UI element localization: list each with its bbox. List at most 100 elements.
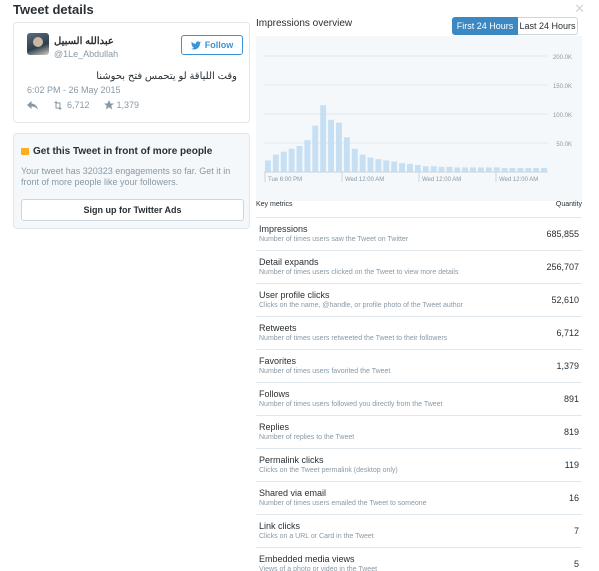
follow-label: Follow: [204, 40, 234, 50]
chart-bar[interactable]: [343, 137, 350, 172]
tab-first-24-hours[interactable]: First 24 Hours: [452, 17, 518, 35]
chart-bar[interactable]: [265, 160, 271, 172]
metric-description: Number of times users followed you direc…: [259, 401, 443, 408]
chart-bar[interactable]: [485, 167, 492, 172]
star-icon: [103, 100, 114, 110]
impressions-chart-svg: 200.0K 150.0K 100.0K 50.0K Tue 6:00 PM Wed 12…: [264, 55, 572, 183]
chart-bar[interactable]: [446, 166, 453, 172]
metric-row: Retweets Number of times users retweeted …: [256, 317, 582, 350]
promo-panel: Get this Tweet in front of more people Y…: [13, 133, 250, 229]
chart-bar[interactable]: [336, 122, 342, 172]
metric-description: Number of replies to the Tweet: [259, 434, 355, 441]
chart-bar[interactable]: [288, 148, 295, 172]
display-name[interactable]: عبدالله السبيل: [54, 36, 114, 47]
chart-bar[interactable]: [367, 157, 374, 173]
chart-bar[interactable]: [383, 160, 390, 172]
metric-description: Views of a photo or video in the Tweet: [259, 566, 378, 571]
metric-row: Link clicks Clicks on a URL or Card in th…: [256, 515, 582, 548]
metric-name: Follows: [259, 389, 290, 399]
chart-bar[interactable]: [509, 167, 516, 172]
metric-row: Favorites Number of times users favorited…: [256, 350, 582, 383]
metric-row: Detail expands Number of times users clic…: [256, 251, 582, 284]
tweet-card: عبدالله السبيل @1Le_Abdullah Follow وقت …: [13, 22, 250, 123]
metric-name: User profile clicks: [259, 290, 330, 300]
chart-bar[interactable]: [375, 159, 382, 172]
retweet-action[interactable]: 6,712: [52, 100, 90, 110]
chart-bar[interactable]: [407, 163, 413, 172]
reply-action[interactable]: [27, 100, 38, 110]
metric-row: Embedded media views Views of a photo or …: [256, 548, 582, 571]
chart-bar[interactable]: [478, 167, 484, 172]
metric-description: Number of times users emailed the Tweet …: [259, 500, 427, 507]
metric-name: Replies: [259, 422, 290, 432]
chart-bar[interactable]: [541, 167, 547, 172]
chart-bar[interactable]: [320, 105, 327, 172]
promo-body: Your tweet has 320323 engagements so far…: [21, 166, 231, 187]
modal-title: Tweet details: [13, 2, 94, 17]
metric-name: Permalink clicks: [259, 455, 324, 465]
overview-title: Impressions overview: [256, 18, 353, 29]
metric-value: 16: [568, 493, 579, 503]
y-tick-label: 100.0K: [553, 113, 572, 119]
metric-name: Favorites: [259, 356, 297, 366]
chart-bar[interactable]: [312, 125, 319, 172]
chart-bar[interactable]: [359, 154, 366, 172]
time-range-tabs: First 24 Hours Last 24 Hours: [452, 17, 578, 35]
chart-bar[interactable]: [438, 166, 445, 172]
metrics-header: Key metrics Quantity: [256, 200, 582, 218]
chart-bar[interactable]: [296, 145, 303, 172]
metric-row: Follows Number of times users followed yo…: [256, 383, 582, 416]
chart-bar[interactable]: [493, 167, 500, 172]
chart-bar[interactable]: [414, 165, 421, 172]
chart-bar[interactable]: [391, 161, 398, 172]
metric-value: 6,712: [556, 328, 579, 338]
metric-description: Clicks on the Tweet permalink (desktop o…: [259, 467, 398, 474]
metric-name: Detail expands: [259, 257, 319, 267]
favorite-action[interactable]: 1,379: [103, 100, 140, 110]
chart-bar[interactable]: [272, 154, 279, 172]
metric-value: 52,610: [551, 295, 579, 305]
tweet-timestamp[interactable]: 6:02 PM - 26 May 2015: [27, 85, 121, 95]
retweet-icon: [54, 100, 62, 110]
metric-name: Retweets: [259, 323, 297, 333]
chart-bar[interactable]: [399, 163, 405, 172]
tweet-actions: 6,712 1,379: [27, 100, 153, 110]
tweet-text: وقت اللياقة لو يتحمس فتح بحوشنا: [96, 71, 237, 82]
sign-up-ads-button[interactable]: Sign up for Twitter Ads: [21, 199, 244, 221]
chart-bar[interactable]: [462, 167, 469, 172]
x-tick-label: Wed 12:00 AM: [345, 177, 384, 183]
metric-value: 5: [573, 559, 579, 569]
follow-button[interactable]: Follow: [181, 35, 243, 55]
chart-bar[interactable]: [430, 166, 437, 172]
metric-description: Clicks on the name, @handle, or profile …: [259, 302, 463, 309]
screen-name[interactable]: @1Le_Abdullah: [54, 49, 118, 59]
metric-name: Embedded media views: [259, 554, 355, 564]
close-icon[interactable]: ✕: [574, 2, 585, 16]
retweet-count: 6,712: [67, 100, 90, 110]
chart-bar[interactable]: [280, 151, 287, 172]
chart-bar[interactable]: [328, 119, 334, 172]
metric-row: Permalink clicks Clicks on the Tweet perm…: [256, 449, 582, 482]
chart-bar[interactable]: [470, 167, 476, 172]
chart-bar[interactable]: [525, 167, 532, 172]
metric-name: Shared via email: [259, 488, 327, 498]
chart-bar[interactable]: [517, 167, 524, 172]
metric-row: Impressions Number of times users saw the…: [256, 218, 582, 251]
tab-last-24-hours[interactable]: Last 24 Hours: [518, 17, 578, 35]
promo-title-text: Get this Tweet in front of more people: [33, 146, 213, 157]
x-tick-label: Tue 6:00 PM: [268, 177, 302, 183]
metric-row: Replies Number of replies to the Tweet 819: [256, 416, 582, 449]
metric-value: 7: [573, 526, 579, 536]
avatar[interactable]: [27, 33, 49, 55]
chart-bar[interactable]: [422, 166, 429, 172]
favorite-count: 1,379: [116, 100, 140, 110]
chart-bar[interactable]: [501, 167, 508, 172]
quantity-label: Quantity: [555, 201, 582, 208]
chart-bar[interactable]: [351, 148, 358, 172]
metric-row: User profile clicks Clicks on the name, @…: [256, 284, 582, 317]
metric-value: 1,379: [556, 361, 579, 371]
chart-bar[interactable]: [454, 167, 461, 172]
metric-value: 256,707: [546, 262, 579, 272]
chart-bar[interactable]: [533, 167, 540, 172]
chart-bar[interactable]: [304, 140, 311, 172]
